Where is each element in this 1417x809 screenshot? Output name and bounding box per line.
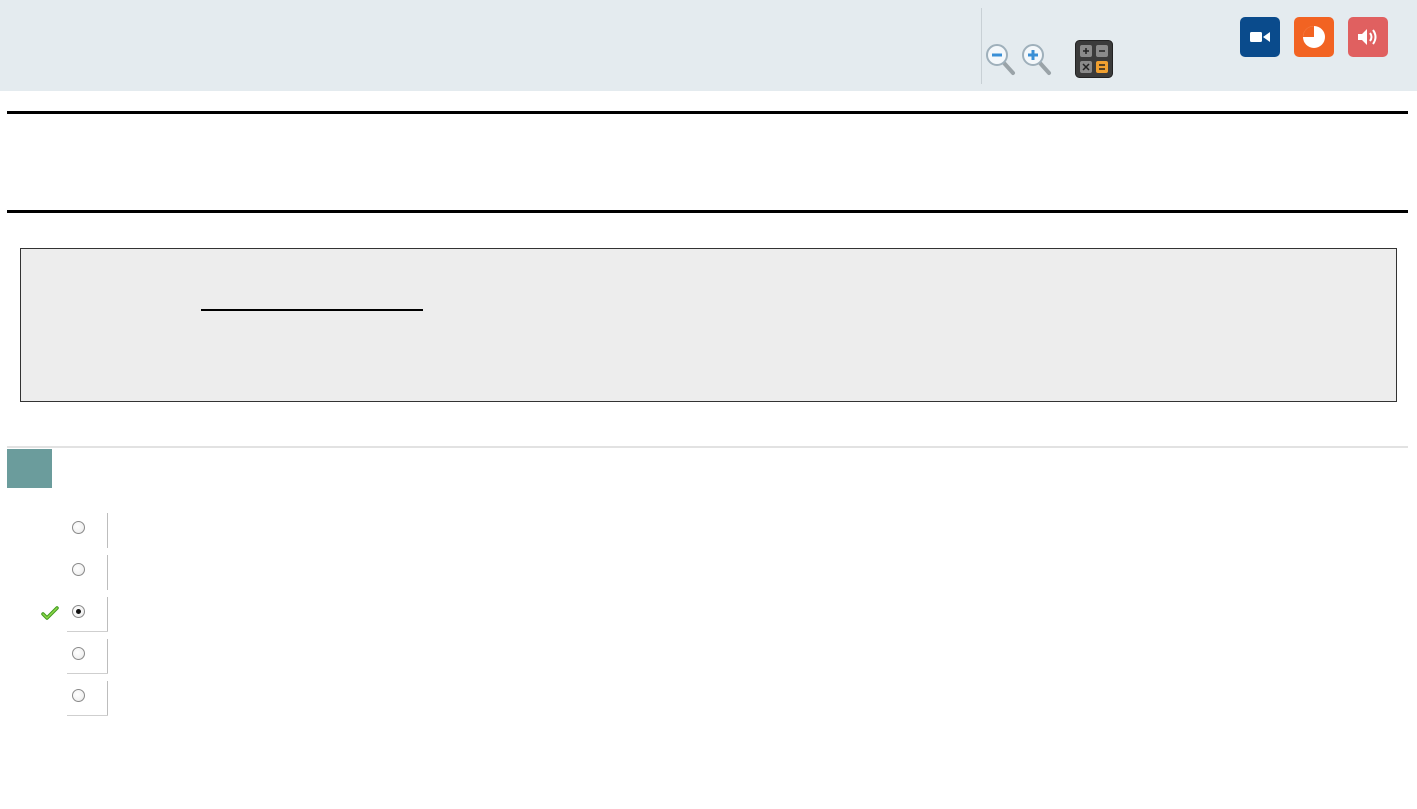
option-border <box>107 639 108 674</box>
radio-button-3[interactable] <box>72 605 85 618</box>
correct-check-icon <box>41 605 59 621</box>
radio-button-2[interactable] <box>72 563 85 576</box>
toolbar-divider <box>981 8 982 84</box>
audio-button[interactable] <box>1348 17 1388 57</box>
pie-timer-icon <box>1303 26 1325 48</box>
answer-option-2[interactable] <box>67 555 108 590</box>
option-border <box>107 555 108 590</box>
answer-option-3[interactable] <box>67 597 108 632</box>
radio-button-5[interactable] <box>72 689 85 702</box>
option-border-bottom <box>67 715 108 716</box>
fill-in-blank-line <box>201 309 423 311</box>
video-icon <box>1250 32 1270 42</box>
question-stem-box <box>20 248 1397 402</box>
option-border-bottom <box>67 673 108 674</box>
option-border <box>107 681 108 716</box>
question-number-badge <box>7 449 52 488</box>
option-border <box>107 513 108 548</box>
option-border <box>107 597 108 632</box>
timer-button[interactable] <box>1294 17 1334 57</box>
header-rule-bottom <box>7 210 1408 213</box>
section-separator <box>7 446 1408 448</box>
zoom-in-icon[interactable] <box>1020 42 1052 76</box>
speaker-icon <box>1358 29 1377 45</box>
top-toolbar <box>0 0 1417 91</box>
header-rule-top <box>7 111 1408 114</box>
calculator-icon[interactable] <box>1075 40 1113 78</box>
answer-option-4[interactable] <box>67 639 108 674</box>
radio-button-4[interactable] <box>72 647 85 660</box>
answer-option-1[interactable] <box>67 513 108 548</box>
video-button[interactable] <box>1240 17 1280 57</box>
answer-option-5[interactable] <box>67 681 108 716</box>
zoom-out-icon[interactable] <box>984 42 1016 76</box>
radio-button-1[interactable] <box>72 521 85 534</box>
option-border-bottom <box>67 631 108 632</box>
